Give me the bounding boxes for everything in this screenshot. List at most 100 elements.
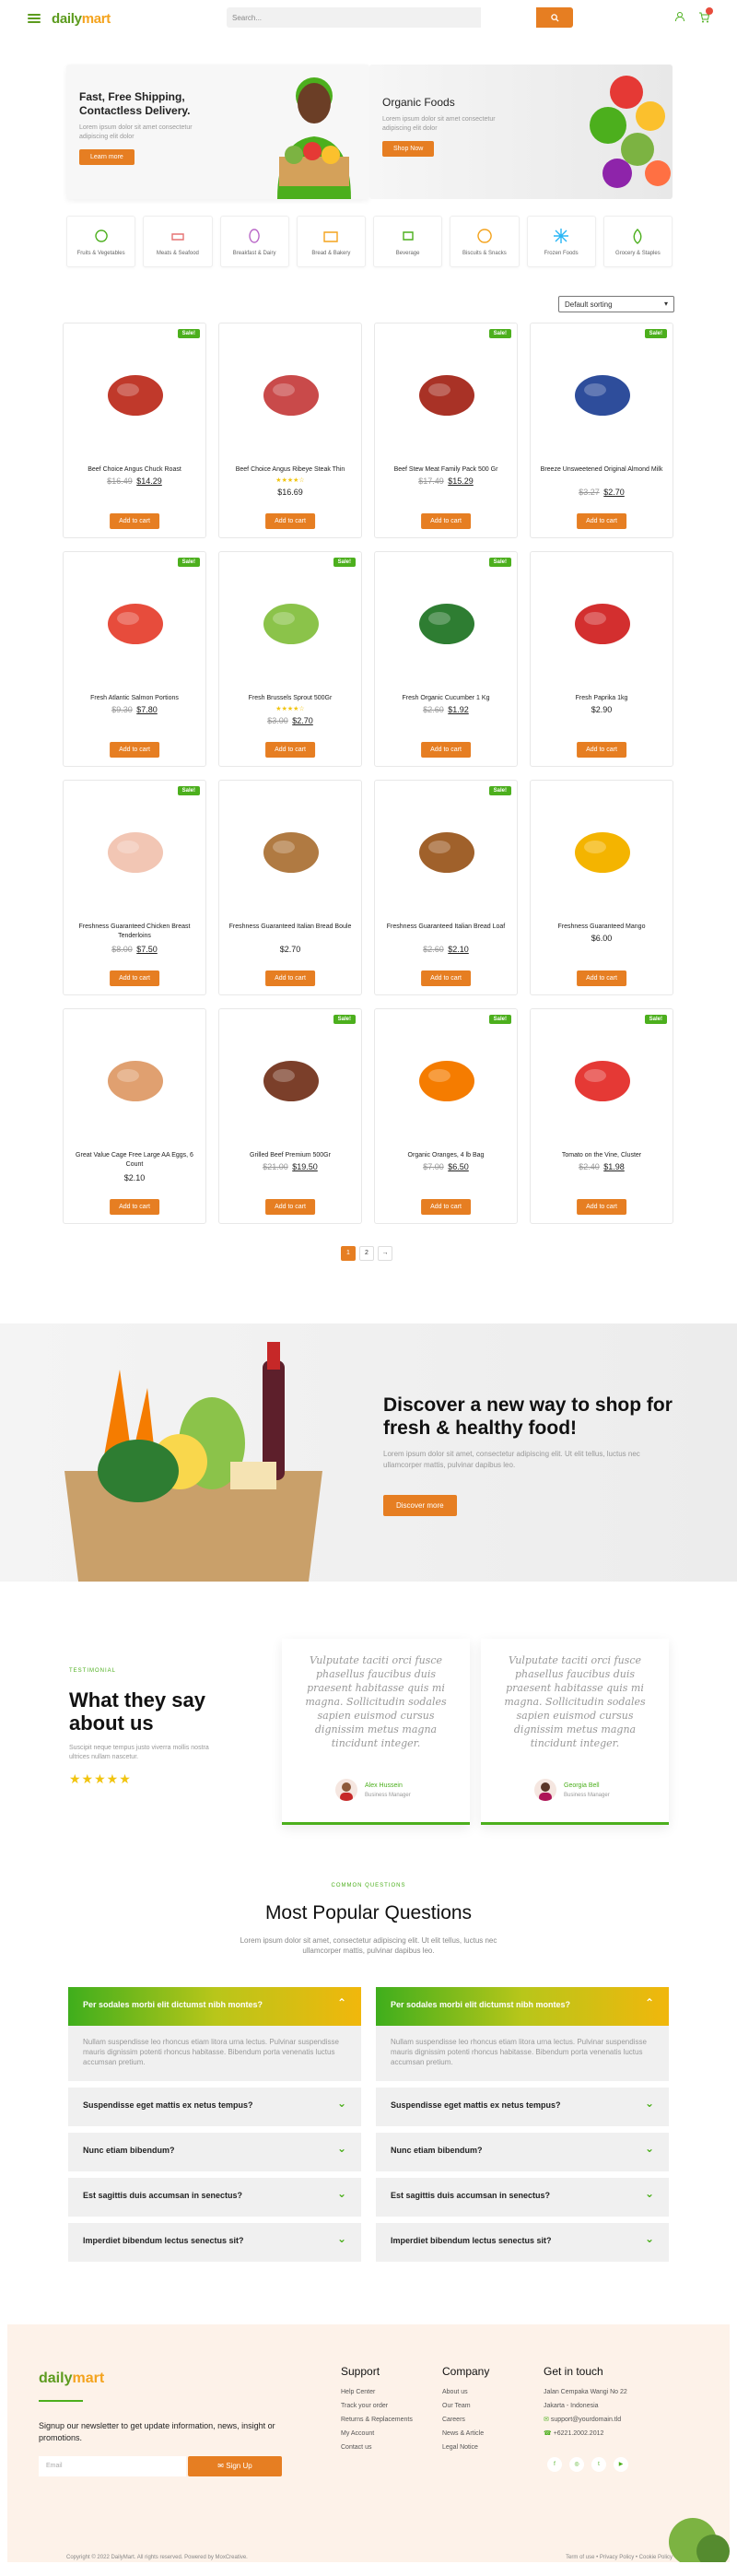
faq-question[interactable]: Est sagittis duis accumsan in senectus? — [376, 2178, 669, 2217]
product-card[interactable]: Sale! Fresh Atlantic Salmon Portions $9.30… — [63, 551, 206, 767]
footer-link[interactable]: Contact us — [341, 2441, 413, 2454]
add-to-cart-button[interactable]: Add to cart — [577, 970, 626, 986]
shop-now-button[interactable]: Shop Now — [382, 141, 435, 157]
page-1[interactable]: 1 — [341, 1246, 356, 1261]
product-card[interactable]: Beef Choice Angus Ribeye Steak Thin ★★★★☆… — [218, 323, 362, 538]
faq-question[interactable]: Est sagittis duis accumsan in senectus? — [68, 2178, 361, 2217]
add-to-cart-button[interactable]: Add to cart — [421, 742, 471, 758]
product-name[interactable]: Fresh Brussels Sprout 500Gr — [227, 694, 354, 703]
category-grocery[interactable]: Grocery & Staples — [602, 216, 673, 267]
category-bread[interactable]: Bread & Bakery — [296, 216, 366, 267]
product-name[interactable]: Fresh Paprika 1kg — [538, 694, 665, 703]
add-to-cart-button[interactable]: Add to cart — [577, 513, 626, 529]
footer-link[interactable]: Track your order — [341, 2399, 413, 2413]
add-to-cart-button[interactable]: Add to cart — [110, 1199, 159, 1215]
product-name[interactable]: Fresh Atlantic Salmon Portions — [71, 694, 198, 703]
banner-shipping[interactable]: Fast, Free Shipping, Contactless Deliver… — [66, 65, 369, 199]
footer-link[interactable]: Legal Notice — [442, 2441, 489, 2454]
product-card[interactable]: Sale! Tomato on the Vine, Cluster $2.40 $1… — [530, 1008, 673, 1224]
faq-question[interactable]: Imperdiet bibendum lectus senectus sit? — [376, 2223, 669, 2262]
product-card[interactable]: Sale! Beef Stew Meat Family Pack 500 Gr $1… — [374, 323, 518, 538]
page-2[interactable]: 2 — [359, 1246, 374, 1261]
category-snowflake[interactable]: Frozen Foods — [526, 216, 596, 267]
search-button[interactable] — [536, 7, 573, 28]
product-name[interactable]: Freshness Guaranteed Chicken Breast Tend… — [71, 923, 198, 941]
search-input[interactable]: Search... — [227, 7, 481, 28]
add-to-cart-button[interactable]: Add to cart — [421, 513, 471, 529]
footer-link[interactable]: My Account — [341, 2427, 413, 2441]
product-card[interactable]: Sale! Beef Choice Angus Chuck Roast $16.49… — [63, 323, 206, 538]
category-coffee[interactable]: Beverage — [373, 216, 443, 267]
product-card[interactable]: Freshness Guaranteed Italian Bread Boule… — [218, 780, 362, 995]
youtube-icon[interactable]: ▶ — [614, 2457, 628, 2472]
product-card[interactable]: Sale! Organic Oranges, 4 lb Bag $7.00 $6.5… — [374, 1008, 518, 1224]
add-to-cart-button[interactable]: Add to cart — [265, 513, 315, 529]
product-card[interactable]: Sale! Fresh Organic Cucumber 1 Kg $2.60 $1… — [374, 551, 518, 767]
product-card[interactable]: Sale! Freshness Guaranteed Italian Bread … — [374, 780, 518, 995]
footer-link[interactable]: About us — [442, 2385, 489, 2399]
product-card[interactable]: Great Value Cage Free Large AA Eggs, 6 C… — [63, 1008, 206, 1224]
product-name[interactable]: Fresh Organic Cucumber 1 Kg — [382, 694, 509, 703]
footer-link[interactable]: Our Team — [442, 2399, 489, 2413]
product-card[interactable]: Sale! Breeze Unsweetened Original Almond … — [530, 323, 673, 538]
sorting-select[interactable]: Default sorting — [558, 296, 674, 312]
email-link[interactable]: ✉ support@yourdomain.tld — [544, 2413, 627, 2427]
discover-more-button[interactable]: Discover more — [383, 1495, 457, 1516]
user-icon[interactable] — [674, 11, 685, 22]
footer-link[interactable]: Returns & Replacements — [341, 2413, 413, 2427]
product-name[interactable]: Freshness Guaranteed Mango — [538, 923, 665, 932]
footer-link[interactable]: Careers — [442, 2413, 489, 2427]
category-fruits[interactable]: Fruits & Vegetables — [66, 216, 136, 267]
add-to-cart-button[interactable]: Add to cart — [265, 970, 315, 986]
product-card[interactable]: Sale! Fresh Brussels Sprout 500Gr ★★★★☆ $3.… — [218, 551, 362, 767]
product-name[interactable]: Organic Oranges, 4 lb Bag — [382, 1151, 509, 1160]
email-field[interactable]: Email — [39, 2456, 186, 2476]
product-card[interactable]: Fresh Paprika 1kg $2.90 Add to cart — [530, 551, 673, 767]
faq-question[interactable]: Per sodales morbi elit dictumst nibh mon… — [376, 1987, 669, 2026]
product-name[interactable]: Great Value Cage Free Large AA Eggs, 6 C… — [71, 1151, 198, 1170]
faq-question[interactable]: Imperdiet bibendum lectus senectus sit? — [68, 2223, 361, 2262]
add-to-cart-button[interactable]: Add to cart — [265, 742, 315, 758]
banner-organic[interactable]: Organic Foods Lorem ipsum dolor sit amet… — [369, 65, 673, 199]
footer-link[interactable]: News & Article — [442, 2427, 489, 2441]
menu-icon[interactable] — [28, 14, 41, 23]
add-to-cart-button[interactable]: Add to cart — [421, 970, 471, 986]
product-card[interactable]: Sale! Freshness Guaranteed Chicken Breast… — [63, 780, 206, 995]
product-name[interactable]: Beef Choice Angus Ribeye Steak Thin — [227, 465, 354, 475]
instagram-icon[interactable]: ◎ — [569, 2457, 584, 2472]
faq-question[interactable]: Nunc etiam bibendum? — [376, 2133, 669, 2171]
product-card[interactable]: Freshness Guaranteed Mango $6.00 Add to ca… — [530, 780, 673, 995]
next-page[interactable]: → — [378, 1246, 392, 1261]
footer-logo[interactable]: dailymart — [39, 2370, 104, 2387]
product-name[interactable]: Freshness Guaranteed Italian Bread Boule — [227, 923, 354, 932]
sign-up-button[interactable]: ✉ Sign Up — [188, 2456, 282, 2476]
add-to-cart-button[interactable]: Add to cart — [577, 1199, 626, 1215]
category-meat[interactable]: Meats & Seafood — [143, 216, 213, 267]
category-egg[interactable]: Breakfast & Dairy — [219, 216, 289, 267]
add-to-cart-button[interactable]: Add to cart — [110, 742, 159, 758]
faq-question[interactable]: Nunc etiam bibendum? — [68, 2133, 361, 2171]
facebook-icon[interactable]: f — [547, 2457, 562, 2472]
add-to-cart-button[interactable]: Add to cart — [110, 513, 159, 529]
product-name[interactable]: Beef Stew Meat Family Pack 500 Gr — [382, 465, 509, 475]
legal-links[interactable]: Term of use • Privacy Policy • Cookie Po… — [566, 2555, 673, 2560]
add-to-cart-button[interactable]: Add to cart — [265, 1199, 315, 1215]
product-name[interactable]: Grilled Beef Premium 500Gr — [227, 1151, 354, 1160]
learn-more-button[interactable]: Learn more — [79, 149, 135, 165]
footer-link[interactable]: Help Center — [341, 2385, 413, 2399]
product-name[interactable]: Freshness Guaranteed Italian Bread Loaf — [382, 923, 509, 932]
twitter-icon[interactable]: t — [591, 2457, 606, 2472]
add-to-cart-button[interactable]: Add to cart — [421, 1199, 471, 1215]
faq-question[interactable]: Suspendisse eget mattis ex netus tempus? — [376, 2088, 669, 2126]
faq-question[interactable]: Per sodales morbi elit dictumst nibh mon… — [68, 1987, 361, 2026]
category-cookie[interactable]: Biscuits & Snacks — [450, 216, 520, 267]
faq-question[interactable]: Suspendisse eget mattis ex netus tempus? — [68, 2088, 361, 2126]
product-name[interactable]: Beef Choice Angus Chuck Roast — [71, 465, 198, 475]
product-name[interactable]: Breeze Unsweetened Original Almond Milk — [538, 465, 665, 475]
product-name[interactable]: Tomato on the Vine, Cluster — [538, 1151, 665, 1160]
add-to-cart-button[interactable]: Add to cart — [110, 970, 159, 986]
phone-link[interactable]: ☎ +6221.2002.2012 — [544, 2427, 627, 2441]
add-to-cart-button[interactable]: Add to cart — [577, 742, 626, 758]
cart-button[interactable] — [698, 7, 713, 28]
logo[interactable]: dailymart — [52, 11, 111, 27]
